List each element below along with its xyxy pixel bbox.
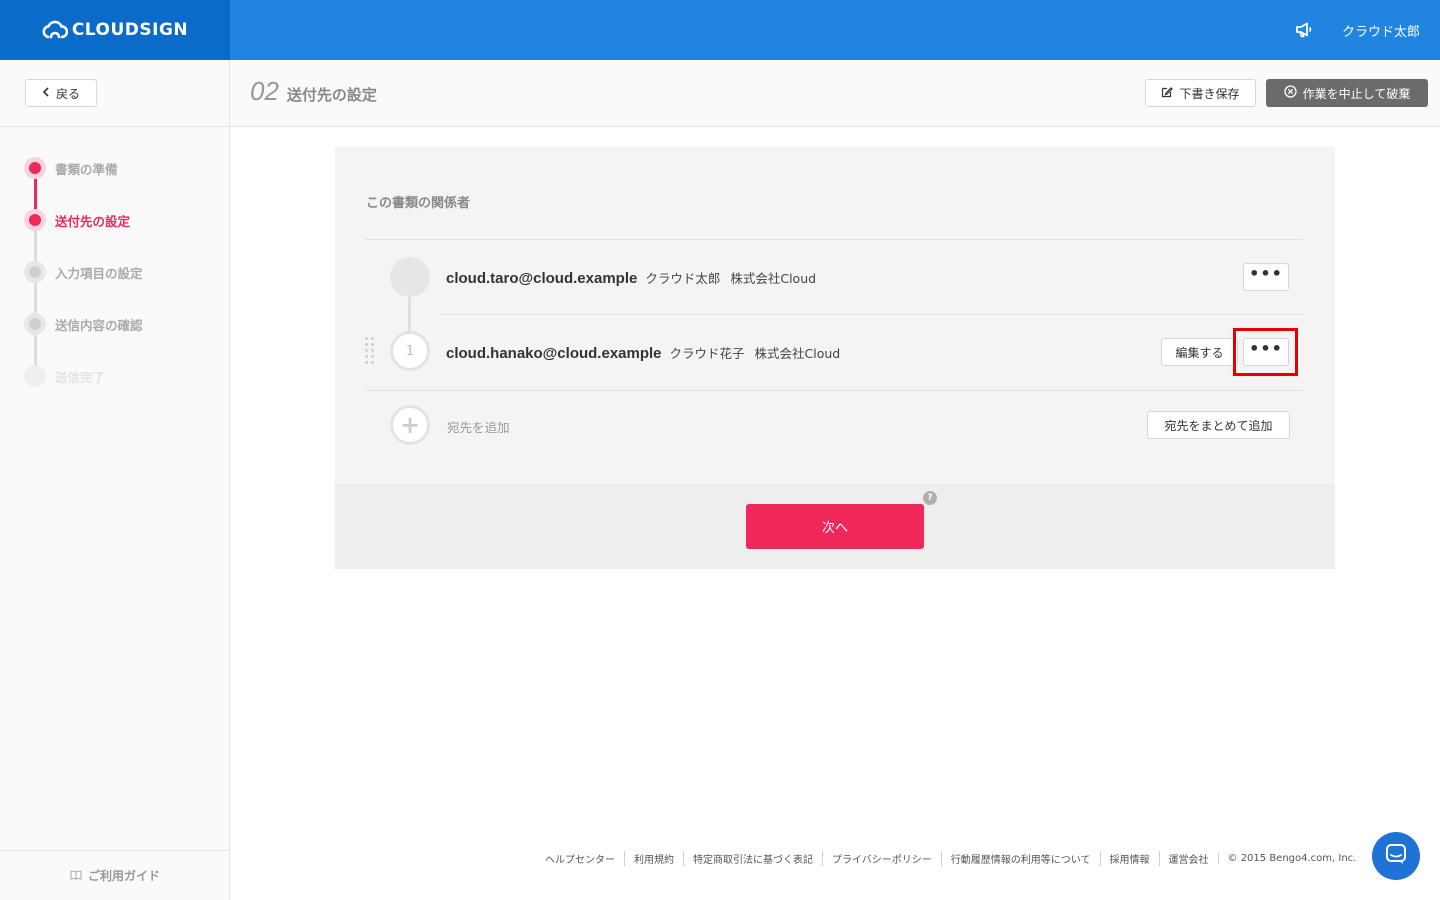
sender-row: cloud.taro@cloud.example クラウド太郎 株式会社Clou…	[446, 268, 816, 287]
footer-link-commerce-law[interactable]: 特定商取引法に基づく表記	[683, 851, 822, 866]
footer-link-help[interactable]: ヘルプセンター	[545, 851, 624, 866]
edit-recipient-button[interactable]: 編集する	[1161, 338, 1238, 366]
step-document-prep: 書類の準備	[24, 157, 224, 179]
progress-line-todo	[34, 220, 37, 376]
divider	[440, 314, 1303, 315]
page-title: 02 送付先の設定	[250, 76, 377, 107]
step-title: 送付先の設定	[286, 86, 377, 104]
recipients-card: この書類の関係者 cloud.taro@cloud.example クラウド太郎…	[335, 147, 1335, 569]
user-guide-link[interactable]: ご利用ガイド	[0, 850, 230, 900]
step-dot	[24, 261, 46, 283]
chat-button[interactable]	[1372, 832, 1420, 880]
footer-link-careers[interactable]: 採用情報	[1099, 851, 1159, 866]
step-dot	[24, 157, 46, 179]
step-dot	[24, 365, 46, 387]
book-icon	[70, 869, 82, 883]
recipient-company: 株式会社Cloud	[754, 346, 841, 361]
close-circle-icon	[1284, 85, 1297, 101]
recipient-name: クラウド花子	[669, 346, 745, 361]
bulk-add-button[interactable]: 宛先をまとめて追加	[1147, 411, 1290, 439]
step-dot	[24, 209, 46, 231]
sender-more-button[interactable]: •••	[1243, 263, 1289, 291]
footer-link-behavior-data[interactable]: 行動履歴情報の利用等について	[940, 851, 1100, 866]
step-input-fields: 入力項目の設定	[24, 261, 224, 283]
sender-avatar	[390, 257, 430, 297]
abort-button[interactable]: 作業を中止して破棄	[1266, 79, 1428, 107]
divider	[365, 239, 1303, 240]
chat-icon	[1385, 843, 1407, 869]
footer-link-company[interactable]: 運営会社	[1158, 851, 1218, 866]
megaphone-icon[interactable]	[1294, 20, 1314, 40]
recipient-email: cloud.hanako@cloud.example	[446, 345, 662, 362]
divider	[365, 390, 1303, 391]
sender-email: cloud.taro@cloud.example	[446, 270, 638, 287]
footer-link-privacy[interactable]: プライバシーポリシー	[822, 851, 941, 866]
save-draft-button[interactable]: 下書き保存	[1145, 79, 1256, 107]
step-dot	[24, 313, 46, 335]
sender-company: 株式会社Cloud	[730, 271, 817, 286]
section-title: この書類の関係者	[366, 196, 471, 211]
drag-handle-icon[interactable]	[365, 337, 377, 365]
back-button[interactable]: 戻る	[25, 79, 97, 107]
step-label: 送付先の設定	[55, 213, 131, 229]
sub-header: 戻る 02 送付先の設定 下書き保存 作業を中止して破棄	[0, 60, 1440, 127]
cloudsign-logo[interactable]: CLOUDSIGN	[42, 20, 188, 40]
sidebar: 書類の準備 送付先の設定 入力項目の設定 送信内容の確認 送信完了 ご利用ガイド	[0, 127, 230, 900]
step-label: 送信完了	[55, 369, 106, 385]
back-area: 戻る	[0, 60, 230, 126]
save-draft-label: 下書き保存	[1179, 86, 1240, 101]
add-recipient-link[interactable]: 宛先を追加	[447, 417, 510, 436]
next-button[interactable]: 次へ	[746, 504, 924, 549]
footer: ヘルプセンター 利用規約 特定商取引法に基づく表記 プライバシーポリシー 行動履…	[545, 851, 1356, 866]
highlight-box	[1233, 328, 1298, 376]
top-header: CLOUDSIGN クラウド太郎	[0, 0, 1440, 60]
chevron-left-icon	[42, 86, 50, 100]
guide-label: ご利用ガイド	[87, 869, 160, 883]
user-menu[interactable]: クラウド太郎	[1342, 21, 1420, 40]
step-label: 送信内容の確認	[55, 317, 143, 333]
back-label: 戻る	[55, 86, 80, 101]
step-label: 書類の準備	[55, 161, 118, 177]
step-number: 02	[250, 76, 279, 106]
footer-link-terms[interactable]: 利用規約	[624, 851, 683, 866]
logo-text: CLOUDSIGN	[71, 20, 189, 40]
step-confirm: 送信内容の確認	[24, 313, 224, 335]
step-complete: 送信完了	[24, 365, 224, 387]
abort-label: 作業を中止して破棄	[1302, 86, 1411, 101]
cloud-logo-icon	[42, 20, 68, 39]
edit-icon	[1161, 86, 1174, 101]
help-icon[interactable]: ?	[923, 491, 937, 505]
copyright: © 2015 Bengo4.com, Inc.	[1217, 853, 1356, 864]
sender-name: クラウド太郎	[645, 271, 721, 286]
step-recipients: 送付先の設定	[24, 209, 224, 231]
step-label: 入力項目の設定	[55, 265, 143, 281]
recipient-row: cloud.hanako@cloud.example クラウド花子 株式会社Cl…	[446, 343, 840, 362]
recipient-order-badge: 1	[390, 331, 430, 371]
logo-area[interactable]: CLOUDSIGN	[0, 0, 230, 60]
add-recipient-plus-icon[interactable]: +	[390, 405, 430, 445]
